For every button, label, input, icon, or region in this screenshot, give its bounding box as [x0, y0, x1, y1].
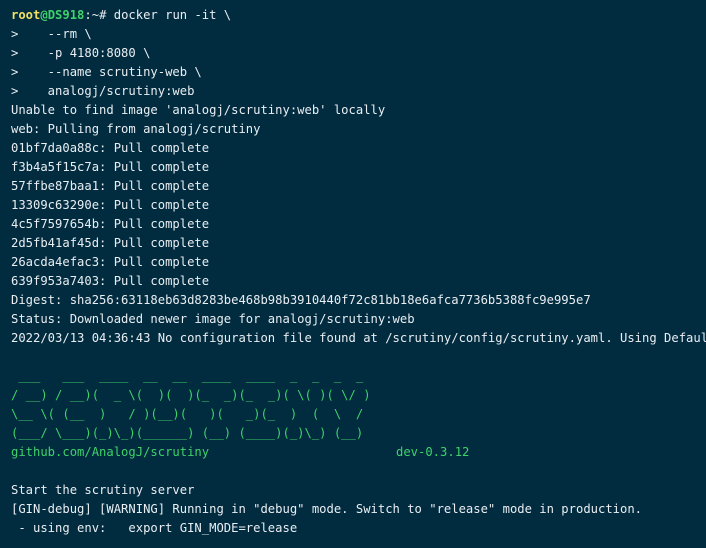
output-line: web: Pulling from analogj/scrutiny	[11, 122, 261, 136]
continuation-line: > analogj/scrutiny:web	[11, 84, 195, 98]
continuation-line: > -p 4180:8080 \	[11, 46, 151, 60]
output-line: f3b4a5f15c7a: Pull complete	[11, 160, 210, 174]
ascii-banner-line: / __) / __)( _ \( )( )(_ _)(_ _)( \( )( …	[11, 388, 371, 402]
output-line: Unable to find image 'analogj/scrutiny:w…	[11, 103, 386, 117]
ascii-banner-line: (___/ \___)(_)\_)(______) (__) (____)(_)…	[11, 426, 364, 440]
output-line: 01bf7da0a88c: Pull complete	[11, 141, 210, 155]
prompt-line: root@DS918:~# docker run -it \	[11, 6, 231, 25]
output-line: 13309c63290e: Pull complete	[11, 198, 210, 212]
output-line: 57ffbe87baa1: Pull complete	[11, 179, 210, 193]
prompt-host: @DS918	[40, 8, 85, 22]
digest-line: Digest: sha256:63118eb63d8283be468b98b39…	[11, 293, 591, 307]
output-line: 639f953a7403: Pull complete	[11, 274, 210, 288]
continuation-line: > --name scrutiny-web \	[11, 65, 202, 79]
prompt-user: root	[11, 8, 41, 22]
server-output-line: [GIN-debug] [WARNING] Running in "debug"…	[11, 502, 643, 516]
server-output-line: - using env: export GIN_MODE=release	[11, 521, 298, 535]
terminal-window[interactable]: root@DS918:~# docker run -it \ > --rm \ …	[0, 0, 706, 548]
config-warning-line: 2022/03/13 04:36:43 No configuration fil…	[11, 331, 706, 345]
command-text: docker run -it \	[106, 8, 232, 22]
repo-link: github.com/AnalogJ/scrutiny	[11, 445, 210, 459]
continuation-line: > --rm \	[11, 27, 92, 41]
ascii-banner-line: \__ \( (__ ) / )(__)( )( _)(_ ) ( \ /	[11, 407, 364, 421]
output-line: 26acda4efac3: Pull complete	[11, 255, 210, 269]
server-output-line: Start the scrutiny server	[11, 483, 195, 497]
status-line: Status: Downloaded newer image for analo…	[11, 312, 415, 326]
version-label: dev-0.3.12	[396, 445, 470, 459]
output-line: 4c5f7597654b: Pull complete	[11, 217, 210, 231]
ascii-banner-line: ___ ___ ____ __ __ ____ ____ _ _ _ _	[11, 369, 364, 383]
prompt-path: :~#	[84, 8, 107, 22]
output-line: 2d5fb41af45d: Pull complete	[11, 236, 210, 250]
